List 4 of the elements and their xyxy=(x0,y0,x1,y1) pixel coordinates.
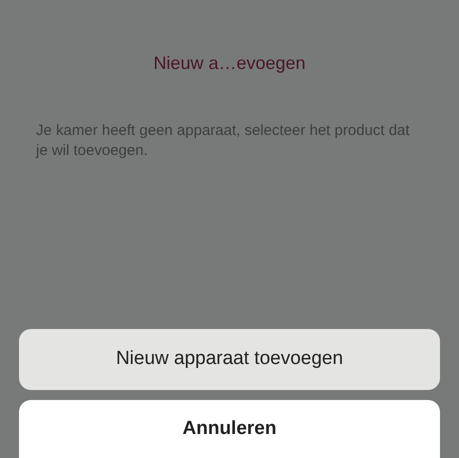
screen-title: Nieuw a…evoegen xyxy=(152,52,307,75)
cancel-button[interactable]: Annuleren xyxy=(19,400,440,458)
message-text: Je kamer heeft geen apparaat, selecteer het product dat je wil toevoegen. xyxy=(34,121,411,160)
action-button[interactable]: Nieuw apparaat toevoegen xyxy=(19,329,440,390)
